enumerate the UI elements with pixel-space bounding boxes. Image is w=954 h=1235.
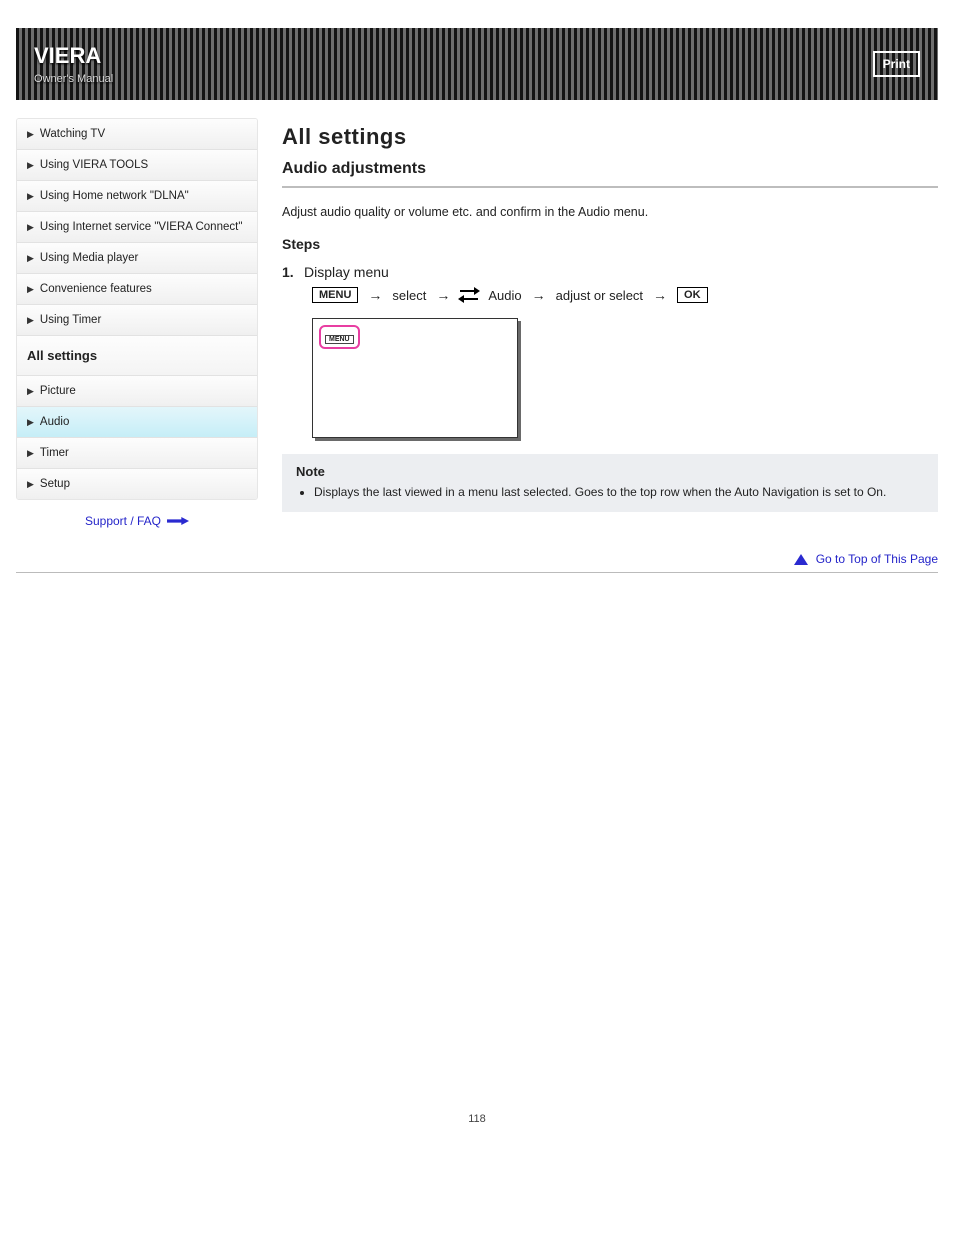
- note-box: Note Displays the last viewed in a menu …: [282, 454, 938, 512]
- mock-menu-badge: MENU: [325, 335, 354, 344]
- chevron-right-icon: ▶: [27, 284, 34, 295]
- sidebar-item-label: Timer: [40, 447, 69, 459]
- sidebar-item-label: Watching TV: [40, 128, 105, 140]
- sidebar-next-link[interactable]: Support / FAQ: [85, 514, 189, 528]
- arrow-right-icon: [167, 517, 189, 525]
- chevron-right-icon: ▶: [27, 386, 34, 397]
- step-adjust-or-select: adjust or select: [556, 288, 643, 303]
- arrow-right-icon: →: [368, 287, 382, 303]
- page-number: 118: [0, 1113, 954, 1145]
- sidebar-item-label: Using Internet service "VIERA Connect": [40, 221, 242, 233]
- sidebar-item-watching-tv[interactable]: ▶ Watching TV: [17, 119, 257, 150]
- print-button[interactable]: Print: [873, 51, 920, 77]
- sidebar-item-label: Using Media player: [40, 252, 138, 264]
- step-select-1: select: [392, 288, 426, 303]
- sidebar-item-label: Convenience features: [40, 283, 152, 295]
- sidebar-item-label: Setup: [40, 478, 70, 490]
- sidebar-item-label: Picture: [40, 385, 76, 397]
- go-top-link[interactable]: Go to Top of This Page: [816, 552, 938, 566]
- page-subtitle: Audio adjustments: [282, 160, 938, 178]
- menu-button-icon: MENU: [312, 287, 358, 303]
- section-divider: [282, 186, 938, 188]
- page-footer-row: Go to Top of This Page: [16, 552, 938, 566]
- note-item: Displays the last viewed in a menu last …: [314, 483, 924, 502]
- chevron-right-icon: ▶: [27, 160, 34, 171]
- header-brand-block: VIERA Owner's Manual: [34, 43, 873, 85]
- chevron-right-icon: ▶: [27, 253, 34, 264]
- sidebar-section-all-settings[interactable]: All settings: [17, 336, 257, 376]
- bottom-divider: [16, 572, 938, 573]
- sidebar-item-setup[interactable]: ▶ Setup: [17, 469, 257, 499]
- arrow-right-icon: →: [532, 287, 546, 303]
- ok-button-icon: OK: [677, 287, 708, 303]
- steps-heading: Steps: [282, 236, 938, 252]
- sidebar-item-picture[interactable]: ▶ Picture: [17, 376, 257, 407]
- sidebar-item-media-player[interactable]: ▶ Using Media player: [17, 243, 257, 274]
- main-content: All settings Audio adjustments Adjust au…: [282, 118, 938, 542]
- note-title: Note: [296, 464, 924, 479]
- screen-mock: MENU: [312, 318, 518, 438]
- sidebar: ▶ Watching TV ▶ Using VIERA TOOLS ▶ Usin…: [16, 118, 258, 542]
- sidebar-item-label: Audio: [40, 416, 69, 428]
- header-bar: VIERA Owner's Manual Print: [16, 28, 938, 100]
- chevron-right-icon: ▶: [27, 479, 34, 490]
- step-number: 1.: [282, 264, 296, 280]
- arrow-right-icon: →: [653, 287, 667, 303]
- intro-text: Adjust audio quality or volume etc. and …: [282, 202, 938, 222]
- chevron-right-icon: ▶: [27, 315, 34, 326]
- sidebar-item-label: Using VIERA TOOLS: [40, 159, 148, 171]
- sidebar-item-label: Using Home network "DLNA": [40, 190, 189, 202]
- sidebar-item-dlna[interactable]: ▶ Using Home network "DLNA": [17, 181, 257, 212]
- triangle-up-icon: [794, 554, 808, 565]
- sidebar-item-viera-tools[interactable]: ▶ Using VIERA TOOLS: [17, 150, 257, 181]
- sidebar-list: ▶ Watching TV ▶ Using VIERA TOOLS ▶ Usin…: [16, 118, 258, 500]
- sidebar-section-label: All settings: [27, 348, 97, 363]
- sidebar-item-viera-connect[interactable]: ▶ Using Internet service "VIERA Connect": [17, 212, 257, 243]
- chevron-right-icon: ▶: [27, 129, 34, 140]
- step-display-menu: Display menu: [304, 264, 389, 280]
- step-sequence: MENU → select → Audio → adjust or select…: [312, 286, 938, 304]
- sidebar-item-label: Using Timer: [40, 314, 101, 326]
- sidebar-next-label: Support / FAQ: [85, 514, 161, 528]
- note-list: Displays the last viewed in a menu last …: [296, 483, 924, 502]
- arrow-right-icon: →: [436, 287, 450, 303]
- step-1-label: 1. Display menu: [282, 264, 938, 280]
- chevron-right-icon: ▶: [27, 222, 34, 233]
- chevron-right-icon: ▶: [27, 191, 34, 202]
- sidebar-footer: Support / FAQ: [16, 500, 258, 542]
- page-title: All settings: [282, 124, 938, 150]
- chevron-right-icon: ▶: [27, 448, 34, 459]
- sidebar-item-using-timer[interactable]: ▶ Using Timer: [17, 305, 257, 336]
- sidebar-item-timer[interactable]: ▶ Timer: [17, 438, 257, 469]
- mock-highlight: MENU: [319, 325, 360, 349]
- step-audio: Audio: [488, 288, 521, 303]
- swap-arrows-icon: [460, 286, 478, 304]
- sidebar-item-audio[interactable]: ▶ Audio: [17, 407, 257, 438]
- sidebar-item-convenience[interactable]: ▶ Convenience features: [17, 274, 257, 305]
- brand-title: VIERA: [34, 43, 101, 68]
- chevron-right-icon: ▶: [27, 417, 34, 428]
- brand-subtitle: Owner's Manual: [34, 73, 873, 85]
